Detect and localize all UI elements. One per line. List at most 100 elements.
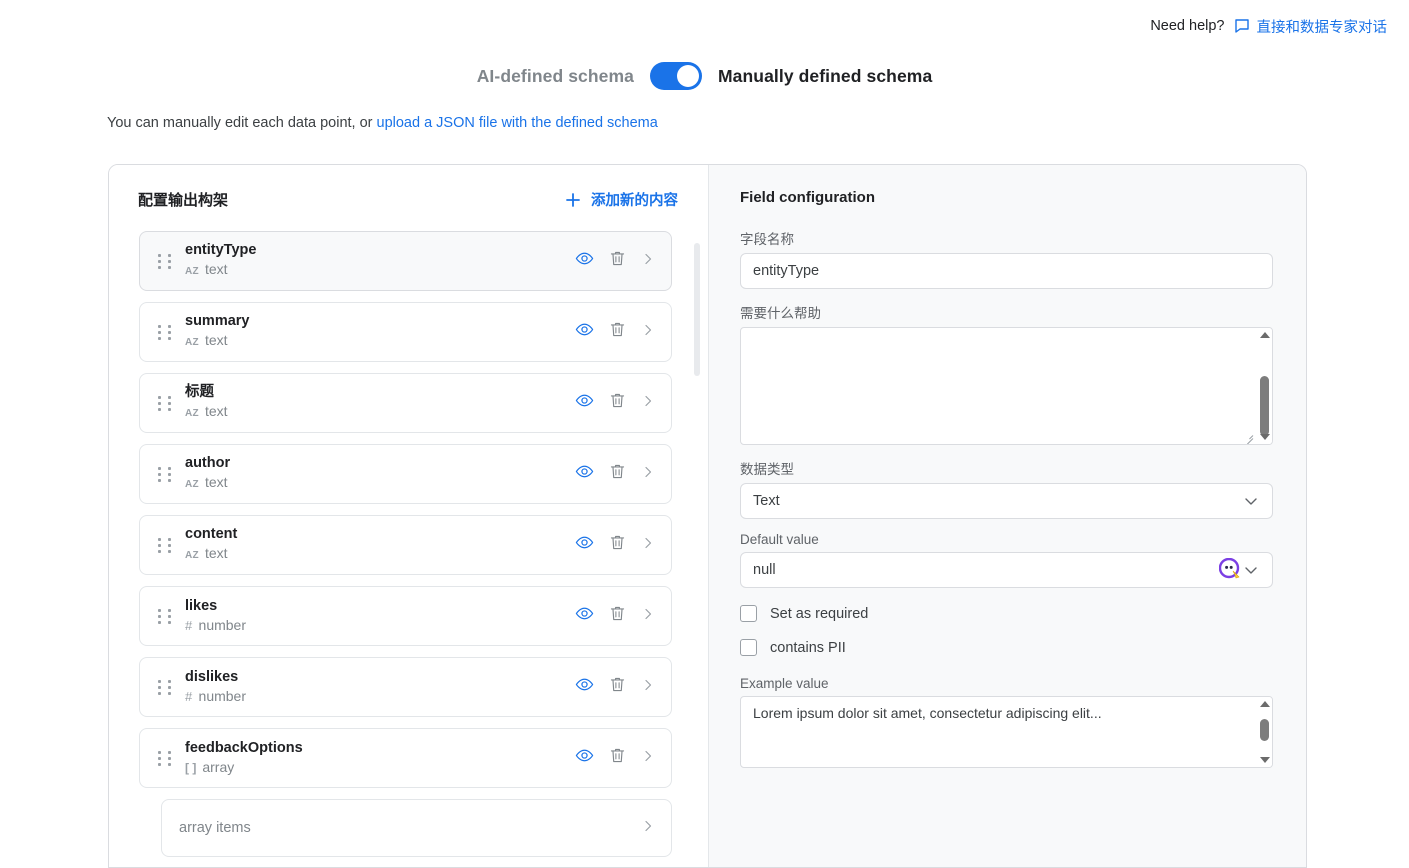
default-value-value: null <box>753 562 776 578</box>
field-list-scrollbar-thumb[interactable] <box>694 243 700 376</box>
eye-icon[interactable] <box>575 320 594 344</box>
chevron-right-icon[interactable] <box>641 252 655 271</box>
schema-field-name: likes <box>185 598 218 614</box>
chevron-right-icon[interactable] <box>641 323 655 342</box>
trash-icon[interactable] <box>609 534 626 556</box>
field-flags-list: Set as required contains PII <box>740 605 1273 656</box>
drag-handle-icon[interactable] <box>158 466 172 482</box>
schema-fields-header: 配置输出构架 添加新的内容 <box>109 165 708 210</box>
type-glyph-icon: # <box>185 689 193 704</box>
chevron-down-icon <box>1242 492 1260 510</box>
add-new-field-button[interactable]: 添加新的内容 <box>565 189 678 210</box>
array-items-row[interactable]: array items <box>161 799 672 857</box>
chevron-right-icon[interactable] <box>641 819 655 838</box>
eye-icon[interactable] <box>575 533 594 557</box>
field-name-block: 字段名称 <box>740 228 1273 289</box>
default-value-select[interactable]: null <box>740 552 1273 588</box>
chevron-right-icon[interactable] <box>641 749 655 768</box>
chevron-right-icon[interactable] <box>641 536 655 555</box>
scroll-down-arrow-icon[interactable] <box>1260 757 1270 763</box>
schema-field-row[interactable]: author AZ text <box>139 444 672 504</box>
example-value-textarea[interactable]: Lorem ipsum dolor sit amet, consectetur … <box>740 696 1273 768</box>
drag-handle-icon[interactable] <box>158 537 172 553</box>
schema-field-type-label: text <box>204 545 228 561</box>
data-type-select[interactable]: Text <box>740 483 1273 519</box>
schema-field-actions <box>575 462 655 486</box>
drag-handle-icon[interactable] <box>158 395 172 411</box>
upload-json-schema-link[interactable]: upload a JSON file with the defined sche… <box>377 115 658 131</box>
example-value-scrollbar-thumb[interactable] <box>1260 719 1269 741</box>
description-scrollbar[interactable] <box>1256 328 1272 444</box>
drag-handle-icon[interactable] <box>158 253 172 269</box>
schema-field-row[interactable]: feedbackOptions [ ] array <box>139 728 672 788</box>
eye-icon[interactable] <box>575 462 594 486</box>
data-type-value: Text <box>753 493 780 509</box>
scroll-down-arrow-icon[interactable] <box>1260 434 1270 440</box>
eye-icon[interactable] <box>575 391 594 415</box>
schema-field-name: content <box>185 526 238 542</box>
chevron-right-icon[interactable] <box>641 607 655 626</box>
schema-field-meta: author AZ text <box>185 454 575 494</box>
example-value-block: Example value Lorem ipsum dolor sit amet… <box>740 676 1273 768</box>
schema-mode-switch[interactable] <box>649 62 702 90</box>
schema-field-actions <box>575 249 655 273</box>
drag-handle-icon[interactable] <box>158 750 172 766</box>
drag-handle-icon[interactable] <box>158 324 172 340</box>
schema-field-type: AZ text <box>185 473 575 494</box>
description-scrollbar-thumb[interactable] <box>1260 376 1269 436</box>
trash-icon[interactable] <box>609 676 626 698</box>
schema-field-row[interactable]: dislikes # number <box>139 657 672 717</box>
checkbox-icon[interactable] <box>740 605 757 622</box>
eye-icon[interactable] <box>575 675 594 699</box>
chevron-right-icon[interactable] <box>641 394 655 413</box>
drag-handle-icon[interactable] <box>158 679 172 695</box>
trash-icon[interactable] <box>609 747 626 769</box>
chevron-down-icon <box>1242 561 1260 579</box>
talk-to-data-expert-link[interactable]: 直接和数据专家对话 <box>1234 16 1387 37</box>
field-flag-row[interactable]: contains PII <box>740 639 1273 656</box>
type-glyph-icon: AZ <box>185 550 199 561</box>
trash-icon[interactable] <box>609 605 626 627</box>
help-label: Need help? <box>1150 18 1225 34</box>
schema-field-type: AZ text <box>185 544 575 565</box>
schema-field-type: # number <box>185 616 575 635</box>
schema-field-row[interactable]: 标题 AZ text <box>139 373 672 433</box>
scroll-up-arrow-icon[interactable] <box>1260 332 1270 338</box>
schema-editor-card: 配置输出构架 添加新的内容 entityType AZ text summary AZ t… <box>108 164 1307 868</box>
example-value-label: Example value <box>740 676 829 691</box>
example-value-scrollbar[interactable] <box>1256 697 1272 767</box>
schema-field-type-label: text <box>204 403 228 419</box>
trash-icon[interactable] <box>609 321 626 343</box>
field-description-value <box>741 328 1272 344</box>
schema-field-name: summary <box>185 313 250 329</box>
checkbox-icon[interactable] <box>740 639 757 656</box>
eye-icon[interactable] <box>575 604 594 628</box>
drag-handle-icon[interactable] <box>158 608 172 624</box>
field-flag-label: contains PII <box>770 639 846 656</box>
description-resize-handle[interactable] <box>1243 431 1254 444</box>
field-list-scrollbar[interactable] <box>694 235 700 857</box>
schema-field-actions <box>575 533 655 557</box>
eye-icon[interactable] <box>575 249 594 273</box>
schema-field-actions <box>575 746 655 770</box>
eye-icon[interactable] <box>575 746 594 770</box>
trash-icon[interactable] <box>609 392 626 414</box>
ai-defined-schema-label[interactable]: AI-defined schema <box>477 66 634 87</box>
trash-icon[interactable] <box>609 463 626 485</box>
chevron-right-icon[interactable] <box>641 678 655 697</box>
schema-field-meta: dislikes # number <box>185 668 575 706</box>
schema-field-row[interactable]: summary AZ text <box>139 302 672 362</box>
schema-field-type-label: text <box>204 261 228 277</box>
field-description-textarea[interactable] <box>740 327 1273 445</box>
chevron-right-icon[interactable] <box>641 465 655 484</box>
field-name-input[interactable] <box>740 253 1273 289</box>
schema-field-row[interactable]: content AZ text <box>139 515 672 575</box>
schema-field-meta: 标题 AZ text <box>185 383 575 423</box>
trash-icon[interactable] <box>609 250 626 272</box>
scroll-up-arrow-icon[interactable] <box>1260 701 1270 707</box>
field-flag-row[interactable]: Set as required <box>740 605 1273 622</box>
chat-bubble-icon <box>1234 18 1250 34</box>
schema-field-row[interactable]: entityType AZ text <box>139 231 672 291</box>
manually-defined-schema-label[interactable]: Manually defined schema <box>718 66 932 87</box>
schema-field-row[interactable]: likes # number <box>139 586 672 646</box>
